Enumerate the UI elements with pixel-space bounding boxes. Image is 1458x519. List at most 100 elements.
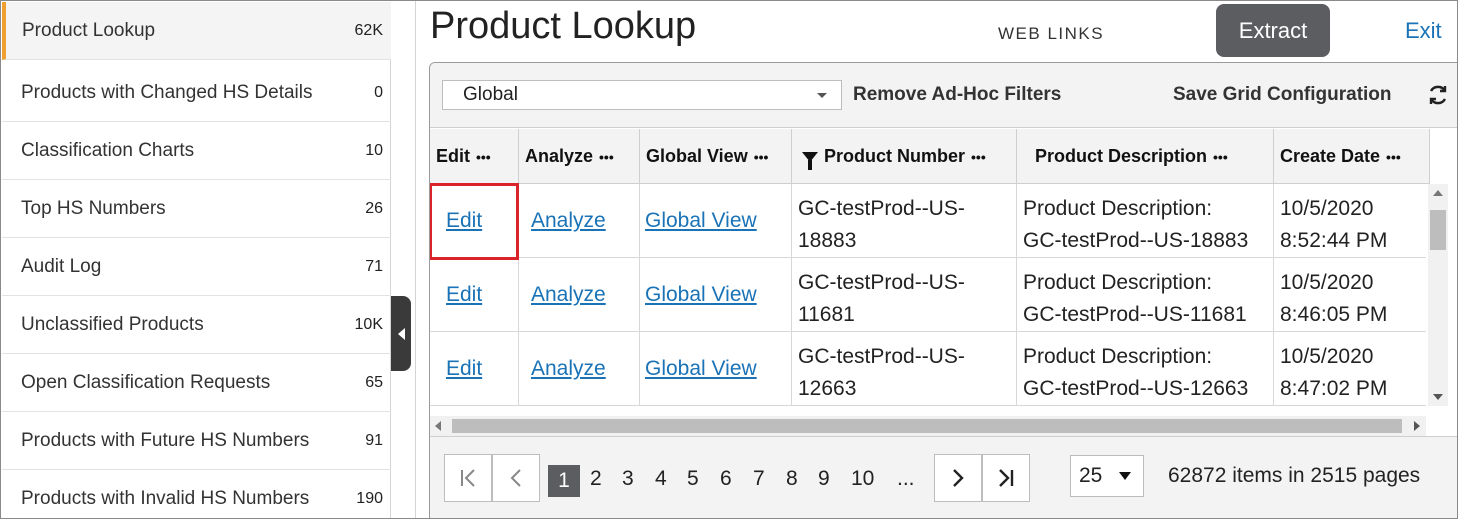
page-4[interactable]: 4	[655, 467, 667, 491]
column-header-edit[interactable]: Edit •••	[430, 129, 519, 184]
page-7[interactable]: 7	[753, 467, 765, 491]
page-size-value: 25	[1079, 464, 1103, 487]
column-menu-icon[interactable]: •••	[1213, 149, 1228, 165]
product-grid: Global Remove Ad-Hoc Filters Save Grid C…	[429, 62, 1457, 518]
sidebar-item-count: 10K	[354, 315, 383, 333]
table-row: Edit Analyze Global View GC-testProd--US…	[430, 258, 1426, 332]
sidebar-item-future-hs[interactable]: Products with Future HS Numbers 91	[2, 412, 391, 470]
column-menu-icon[interactable]: •••	[599, 149, 614, 165]
analyze-cell: Analyze	[519, 332, 640, 406]
page-6[interactable]: 6	[720, 467, 732, 491]
product-number-line: GC-testProd--US-	[798, 197, 965, 220]
page-8[interactable]: 8	[786, 467, 798, 491]
filter-icon[interactable]	[802, 151, 818, 170]
global-view-link[interactable]: Global View	[645, 209, 757, 233]
sidebar-item-audit-log[interactable]: Audit Log 71	[2, 238, 391, 296]
chevron-left-icon	[397, 327, 405, 340]
column-title: Analyze	[525, 146, 594, 166]
analyze-cell: Analyze	[519, 258, 640, 332]
product-number-line: GC-testProd--US-	[798, 345, 965, 368]
scroll-right-icon[interactable]	[1414, 421, 1420, 431]
page-3[interactable]: 3	[622, 467, 634, 491]
product-number-line: 18883	[798, 229, 857, 252]
global-view-link[interactable]: Global View	[645, 283, 757, 307]
create-date-cell: 10/5/2020 8:47:02 PM	[1274, 332, 1426, 406]
column-title: Global View	[646, 146, 748, 166]
remove-filters-button[interactable]: Remove Ad-Hoc Filters	[853, 84, 1061, 106]
vertical-scrollbar[interactable]	[1428, 184, 1448, 406]
sidebar: Product Lookup 62K Products with Changed…	[2, 2, 391, 518]
column-menu-icon[interactable]: •••	[971, 149, 986, 165]
sidebar-item-product-lookup[interactable]: Product Lookup 62K	[2, 2, 391, 60]
sidebar-item-label: Products with Invalid HS Numbers	[21, 488, 310, 509]
edit-link[interactable]: Edit	[446, 283, 482, 307]
scroll-up-icon[interactable]	[1433, 190, 1443, 196]
last-page-button[interactable]	[982, 454, 1030, 502]
product-description-cell: Product Description: GC-testProd--US-116…	[1017, 258, 1274, 332]
product-description-cell: Product Description: GC-testProd--US-188…	[1017, 184, 1274, 258]
product-number-line: GC-testProd--US-	[798, 271, 965, 294]
column-title: Edit	[436, 146, 470, 166]
column-menu-icon[interactable]: •••	[1386, 149, 1401, 165]
column-title: Product Description	[1035, 146, 1208, 166]
analyze-link[interactable]: Analyze	[531, 357, 606, 381]
column-header-create-date[interactable]: Create Date •••	[1274, 129, 1430, 184]
sidebar-item-classification-charts[interactable]: Classification Charts 10	[2, 122, 391, 180]
refresh-icon[interactable]	[1426, 83, 1450, 107]
last-page-icon	[999, 469, 1014, 487]
page-title: Product Lookup	[430, 5, 697, 47]
chevron-right-icon	[953, 469, 964, 487]
analyze-link[interactable]: Analyze	[531, 209, 606, 233]
items-count-info: 62872 items in 2515 pages	[1168, 464, 1421, 487]
page-2[interactable]: 2	[590, 467, 602, 491]
save-grid-config-button[interactable]: Save Grid Configuration	[1173, 84, 1392, 106]
sidebar-item-label: Top HS Numbers	[21, 197, 166, 219]
global-view-cell: Global View	[640, 258, 792, 332]
horizontal-scrollbar[interactable]	[430, 416, 1426, 436]
panel-divider	[415, 1, 416, 518]
create-date-line: 10/5/2020	[1280, 197, 1374, 220]
sidebar-item-top-hs[interactable]: Top HS Numbers 26	[2, 180, 391, 238]
page-1[interactable]: 1	[548, 465, 580, 497]
product-description-line: Product Description:	[1023, 271, 1213, 294]
column-menu-icon[interactable]: •••	[476, 149, 491, 165]
exit-link[interactable]: Exit	[1405, 18, 1442, 44]
first-page-button[interactable]	[444, 454, 492, 502]
scroll-thumb[interactable]	[1430, 210, 1446, 250]
scroll-down-icon[interactable]	[1433, 394, 1443, 400]
view-select[interactable]: Global	[442, 80, 842, 110]
column-title: Product Number	[824, 146, 966, 166]
scroll-left-icon[interactable]	[435, 421, 441, 431]
prev-page-button[interactable]	[492, 454, 540, 502]
column-header-global-view[interactable]: Global View •••	[640, 129, 792, 184]
app-window: Product Lookup 62K Products with Changed…	[0, 0, 1458, 519]
analyze-link[interactable]: Analyze	[531, 283, 606, 307]
page-5[interactable]: 5	[687, 467, 699, 491]
scroll-thumb[interactable]	[452, 419, 1402, 433]
view-select-value: Global	[463, 84, 518, 105]
sidebar-item-unclassified[interactable]: Unclassified Products 10K	[2, 296, 391, 354]
page-size-select[interactable]: 25	[1070, 455, 1144, 497]
sidebar-item-invalid-hs[interactable]: Products with Invalid HS Numbers 190	[2, 470, 391, 518]
product-description-line: Product Description:	[1023, 345, 1213, 368]
extract-button[interactable]: Extract	[1216, 4, 1330, 57]
sidebar-collapse-toggle[interactable]	[391, 296, 411, 371]
page-10[interactable]: 10	[851, 467, 874, 491]
web-links-menu[interactable]: WEB LINKS	[998, 24, 1104, 44]
sidebar-item-open-requests[interactable]: Open Classification Requests 65	[2, 354, 391, 412]
column-header-product-description[interactable]: Product Description •••	[1017, 129, 1274, 184]
column-menu-icon[interactable]: •••	[754, 149, 769, 165]
caret-down-icon	[817, 93, 827, 98]
column-header-analyze[interactable]: Analyze •••	[519, 129, 640, 184]
global-view-link[interactable]: Global View	[645, 357, 757, 381]
edit-link[interactable]: Edit	[446, 357, 482, 381]
sidebar-item-label: Products with Changed HS Details	[21, 81, 313, 103]
create-date-line: 8:52:44 PM	[1280, 229, 1388, 252]
column-header-product-number[interactable]: Product Number •••	[792, 129, 1017, 184]
sidebar-item-changed-hs[interactable]: Products with Changed HS Details 0	[2, 64, 391, 122]
page-9[interactable]: 9	[818, 467, 830, 491]
sidebar-item-label: Products with Future HS Numbers	[21, 429, 310, 451]
sidebar-item-label: Classification Charts	[21, 139, 195, 161]
next-page-button[interactable]	[934, 454, 982, 502]
page-more[interactable]: ...	[897, 467, 915, 491]
